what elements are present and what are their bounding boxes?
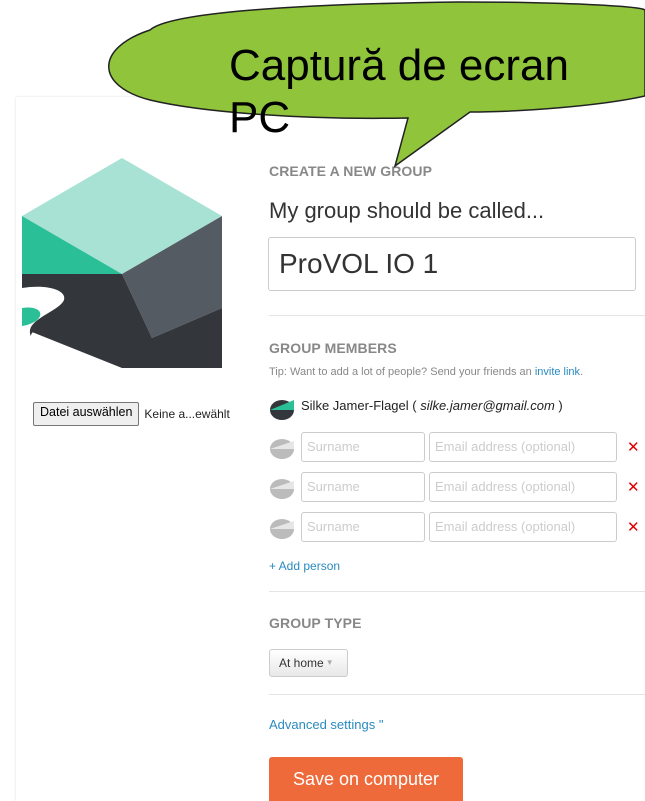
owner-email: silke.jamer@gmail.com	[420, 398, 555, 413]
divider	[269, 694, 645, 695]
email-input[interactable]: Email address (optional)	[429, 432, 617, 462]
owner-name-text: Silke Jamer-Flagel	[301, 398, 409, 413]
owner-name: Silke Jamer-Flagel ( silke.jamer@gmail.c…	[301, 398, 563, 413]
app-logo	[22, 158, 222, 368]
remove-icon[interactable]: ✕	[627, 478, 640, 496]
group-members-title: GROUP MEMBERS	[269, 340, 397, 356]
email-input[interactable]: Email address (optional)	[429, 472, 617, 502]
chevron-down-icon: ▼	[325, 658, 334, 667]
group-name-label: My group should be called...	[269, 198, 545, 223]
member-row: Surname Email address (optional) ✕	[269, 432, 645, 464]
add-person-link[interactable]: + Add person	[269, 559, 340, 573]
choose-file-button[interactable]: Datei auswählen	[33, 402, 140, 426]
avatar	[270, 400, 294, 420]
group-name-input[interactable]: ProVOL IO 1	[268, 237, 636, 291]
avatar-placeholder	[270, 439, 294, 459]
divider	[269, 591, 645, 592]
divider	[269, 315, 645, 316]
remove-icon[interactable]: ✕	[627, 438, 640, 456]
surname-input[interactable]: Surname	[301, 432, 425, 462]
surname-input[interactable]: Surname	[301, 512, 425, 542]
callout-text: Captură de ecran PC	[229, 40, 629, 144]
member-row: Surname Email address (optional) ✕	[269, 472, 645, 504]
tip-message: Tip: Want to add a lot of people? Send y…	[269, 366, 532, 378]
file-status: Keine a...ewählt	[144, 407, 230, 421]
callout-line-1: Captură de ecran	[229, 41, 569, 90]
member-row-owner: Silke Jamer-Flagel ( silke.jamer@gmail.c…	[269, 393, 645, 425]
email-input[interactable]: Email address (optional)	[429, 512, 617, 542]
tip-end: .	[580, 366, 584, 378]
save-button[interactable]: Save on computer	[269, 757, 463, 801]
invite-link[interactable]: invite link	[535, 366, 580, 378]
member-row: Surname Email address (optional) ✕	[269, 512, 645, 544]
create-group-title: CREATE A NEW GROUP	[269, 163, 433, 179]
group-type-value: At home	[279, 656, 324, 670]
avatar-placeholder	[270, 519, 294, 539]
advanced-settings-link[interactable]: Advanced settings "	[269, 717, 383, 732]
group-type-select[interactable]: At home ▼	[269, 649, 348, 677]
callout-line-2: PC	[229, 93, 291, 142]
remove-icon[interactable]: ✕	[627, 518, 640, 536]
left-margin	[0, 0, 16, 801]
avatar-placeholder	[270, 479, 294, 499]
tip-text: Tip: Want to add a lot of people? Send y…	[269, 366, 583, 378]
group-type-title: GROUP TYPE	[269, 615, 362, 631]
surname-input[interactable]: Surname	[301, 472, 425, 502]
file-upload: Datei auswählen Keine a...ewählt	[33, 402, 230, 426]
